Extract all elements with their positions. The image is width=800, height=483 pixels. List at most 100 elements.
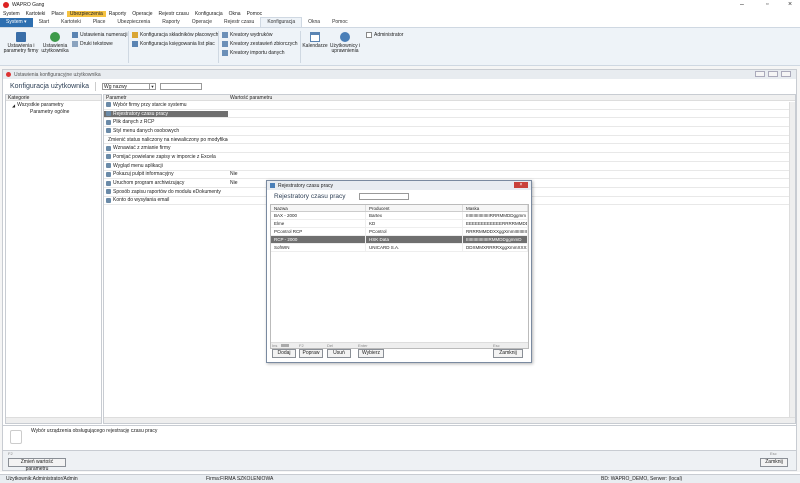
param-name: Rejestratory czasu pracy [113, 110, 169, 117]
tab-operacje[interactable]: Operacje [186, 18, 218, 27]
print-wizard-icon [222, 32, 228, 38]
table-cell: RRRRMMDDXXggXmmIIIIIIIIII [463, 228, 528, 235]
ribbon-tabs: System ▾ Start Kartoteki Płace Ubezpiecz… [0, 17, 800, 28]
menu-okna[interactable]: Okna [226, 11, 244, 17]
tab-start[interactable]: Start [33, 18, 56, 27]
param-icon [106, 189, 111, 195]
tab-raporty[interactable]: Raporty [156, 18, 186, 27]
dialog-button-dodaj[interactable]: Dodaj [272, 349, 296, 358]
category-all[interactable]: ◢ Wszystkie parametry [6, 101, 101, 108]
menu-rejestr-czasu[interactable]: Rejestr czasu [156, 11, 192, 17]
tab-okna[interactable]: Okna [302, 18, 326, 27]
param-name: Wznawiać z zmianie firmy [113, 145, 171, 152]
hint-icon [10, 430, 22, 444]
text-prints-button[interactable]: Druki tekstowe [72, 41, 113, 47]
table-row[interactable]: Plik danych z RCP [104, 118, 795, 128]
tab-kartoteki[interactable]: Kartoteki [55, 18, 87, 27]
inner-header: Konfiguracja użytkownika Wg nazwy ▼ [3, 80, 796, 93]
dialog-button-wybierz[interactable]: Wybierz [358, 349, 384, 358]
table-cell: HSK Data [366, 236, 463, 243]
admin-checkbox[interactable]: Administrator [366, 32, 403, 38]
users-permissions-button[interactable]: Użytkownicy i uprawnienia [329, 31, 361, 54]
menu-operacje[interactable]: Operacje [129, 11, 155, 17]
dialog-search-input[interactable] [358, 192, 409, 200]
table-row[interactable]: SofWINUNICARD S.A.DDXMMXRRRRXggXmmXXXXXX… [271, 244, 528, 252]
table-row[interactable]: Wybór firmy przy starcie systemu [104, 101, 795, 110]
menu-ubezpieczenia[interactable]: Ubezpieczenia [66, 11, 106, 17]
tab-place[interactable]: Płace [87, 18, 112, 27]
change-value-button[interactable]: Zmień wartość parametru [8, 458, 66, 472]
minimize-icon[interactable]: – [740, 1, 744, 8]
payroll-config-button[interactable]: Konfiguracja składników płacowych [132, 32, 218, 38]
wizard-prints-button[interactable]: Kreatory wydruków [222, 32, 273, 38]
coins-icon [132, 32, 138, 38]
table-row[interactable]: Zmienić status naliczony na niewaliczony… [104, 136, 795, 145]
wizard-import-button[interactable]: Kreatory importu danych [222, 50, 284, 56]
search-input[interactable] [160, 83, 202, 90]
table-cell: UNICARD S.A. [366, 244, 463, 251]
dialog-close-icon[interactable]: × [514, 182, 528, 188]
close-button[interactable]: Zamknij [760, 458, 788, 467]
tab-konfiguracja[interactable]: Konfiguracja [260, 17, 303, 27]
table-row[interactable]: Pokazuj pulpit informacyjny Nie [104, 171, 795, 180]
user-settings-button[interactable]: Ustawienia użytkownika [40, 31, 70, 54]
category-hscrollbar[interactable] [6, 417, 101, 423]
tab-pomoc[interactable]: Pomoc [326, 18, 354, 27]
wizard-sets-button[interactable]: Kreatory zestawień zbiorczych [222, 41, 298, 47]
table-row[interactable]: Pomijać powielane zapisy w imporcie z Ex… [104, 153, 795, 162]
tab-rejestr-czasu[interactable]: Rejestr czasu [218, 18, 260, 27]
table-row[interactable]: Wznawiać z zmianie firmy [104, 144, 795, 154]
user-lock-icon [340, 32, 350, 42]
firm-params-button[interactable]: Ustawienia i parametry firmy [3, 31, 39, 54]
table-cell: PControl RCP [271, 228, 366, 235]
category-panel: Kategorie ◢ Wszystkie parametry Parametr… [5, 94, 102, 424]
import-wizard-icon [222, 50, 228, 56]
param-name: Zmienić status naliczony na niewaliczony… [108, 136, 228, 143]
status-firm: Firma:FIRMA SZKOLENIOWA [206, 476, 274, 482]
table-cell: EEEEEEEEEEEERRRRMMDDggmm [463, 220, 528, 227]
param-name: Konto do wysyłania email [113, 197, 170, 204]
param-name: Plik danych z RCP [113, 119, 155, 126]
dialog-button-zamknij[interactable]: Zamknij [493, 349, 523, 358]
table-row[interactable]: BAX - 2000 Bartex IIIIIIIIIIIIIIIIIIIRRRMM… [271, 212, 528, 220]
dialog-title: Rejestratory czasu pracy [278, 182, 334, 189]
inner-close-icon[interactable] [781, 71, 791, 77]
users-icon [50, 32, 60, 42]
table-row[interactable]: Styl menu danych osobowych [104, 127, 795, 136]
menu-konfiguracja[interactable]: Konfiguracja [192, 11, 226, 17]
maximize-icon[interactable]: ▫ [766, 1, 768, 8]
menu-kartoteki[interactable]: Kartoteki [23, 11, 49, 17]
category-general[interactable]: Parametry ogólne [6, 108, 101, 115]
calendars-button[interactable]: Kalendarze [302, 31, 328, 49]
sort-select[interactable]: Wg nazwy ▼ [102, 83, 156, 90]
inner-maximize-icon[interactable] [768, 71, 778, 77]
menu-place[interactable]: Płace [48, 11, 67, 17]
dialog-hscrollbar[interactable] [271, 342, 528, 348]
param-icon [106, 119, 111, 125]
table-row[interactable]: PControl RCP PControl RRRRMMDDXXggXmmIIIII… [271, 228, 528, 236]
table-row[interactable]: Wygląd menu aplikacji [104, 162, 795, 171]
window-icon [6, 72, 11, 77]
menu-system[interactable]: System [0, 11, 23, 17]
menu-raporty[interactable]: Raporty [106, 11, 130, 17]
status-bar: Użytkownik:Administrator/Admin Firma:FIR… [0, 474, 800, 483]
dialog-button-usuń[interactable]: Usuń [327, 349, 351, 358]
tab-ubezpieczenia[interactable]: Ubezpieczenia [111, 18, 156, 27]
grid-hscrollbar[interactable] [104, 417, 795, 423]
param-icon [106, 180, 111, 186]
inner-minimize-icon[interactable] [755, 71, 765, 77]
close-icon[interactable]: × [788, 1, 792, 8]
dialog-button-popraw[interactable]: Popraw [299, 349, 323, 358]
tab-system[interactable]: System ▾ [0, 18, 33, 27]
scroll-thumb[interactable] [281, 344, 289, 347]
ledger-config-button[interactable]: Konfiguracja księgowania list płac [132, 41, 215, 47]
table-row[interactable]: ElmeKDEEEEEEEEEEEERRRRMMDDggmm [271, 220, 528, 228]
numbering-button[interactable]: Ustawienia numeracji [72, 32, 128, 38]
document-icon [72, 41, 78, 47]
param-icon [106, 128, 111, 134]
table-row[interactable]: Rejestratory czasu pracy [104, 110, 795, 119]
table-cell: IIIIIIIIIIIIIIIIIIIRRRMMDDggmm [463, 212, 528, 219]
grid-vscrollbar[interactable] [789, 102, 795, 417]
param-icon [106, 154, 111, 160]
table-row[interactable]: RCP - 2000 HSK Data IIIIIIIIIIIIIIIIIIRMMD… [271, 236, 528, 244]
